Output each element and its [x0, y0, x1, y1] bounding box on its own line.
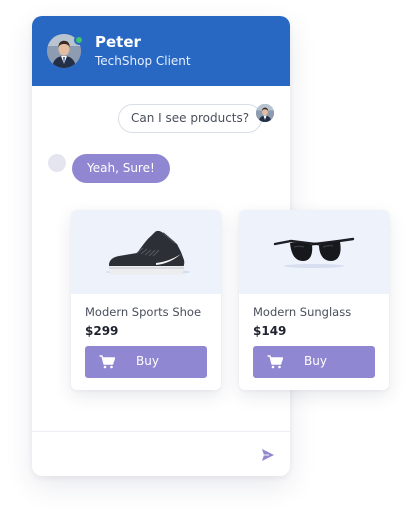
- product-image: [71, 210, 221, 294]
- contact-subtitle: TechShop Client: [95, 54, 191, 68]
- product-card: Modern Sports Shoe $299 Buy: [71, 210, 221, 390]
- buy-label: Buy: [136, 354, 159, 368]
- product-name: Modern Sunglass: [253, 305, 352, 319]
- product-price: $299: [85, 324, 119, 338]
- online-status-dot: [74, 35, 84, 45]
- chat-header: Peter TechShop Client: [32, 16, 290, 86]
- bot-avatar: [48, 154, 66, 172]
- sneaker-icon: [106, 230, 190, 275]
- product-price: $149: [253, 324, 287, 338]
- buy-button[interactable]: Buy: [85, 346, 207, 378]
- user-avatar: [256, 104, 274, 122]
- buy-label: Buy: [304, 354, 327, 368]
- cart-icon: [99, 355, 115, 369]
- sunglasses-icon: [273, 237, 355, 268]
- product-image: [239, 210, 389, 294]
- cart-icon: [267, 355, 283, 369]
- product-name: Modern Sports Shoe: [85, 305, 202, 319]
- buy-button[interactable]: Buy: [253, 346, 375, 378]
- composer-divider: [32, 431, 290, 432]
- contact-name: Peter: [95, 33, 141, 51]
- send-icon[interactable]: [261, 447, 275, 461]
- user-message-bubble: Can I see products?: [118, 104, 263, 133]
- product-card: Modern Sunglass $149 Buy: [239, 210, 389, 390]
- bot-message-bubble: Yeah, Sure!: [72, 154, 170, 183]
